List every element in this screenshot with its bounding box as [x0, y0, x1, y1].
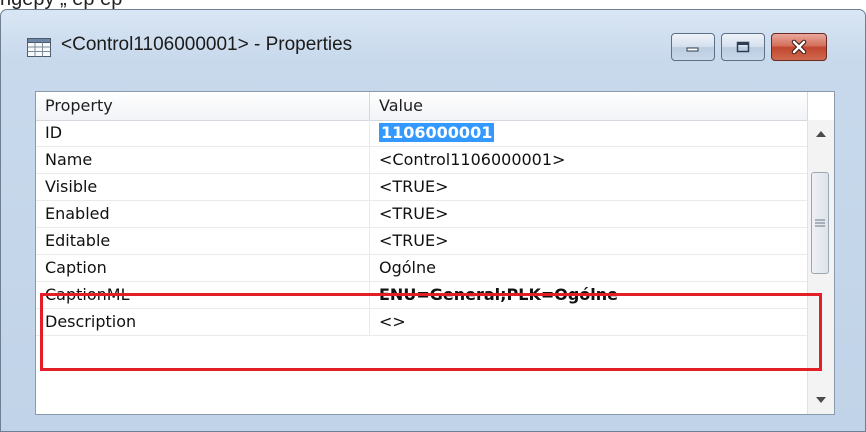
property-name: ID — [36, 120, 370, 146]
property-row-visible[interactable]: Visible <TRUE> — [36, 174, 808, 201]
minimize-button[interactable] — [671, 33, 715, 61]
table-window-icon — [27, 38, 51, 57]
property-name: Name — [36, 147, 370, 173]
property-row-description[interactable]: Description <> — [36, 309, 808, 336]
selected-value-text[interactable]: 1106000001 — [379, 123, 495, 142]
property-name: Visible — [36, 174, 370, 200]
property-value[interactable]: <TRUE> — [370, 228, 808, 254]
maximize-button[interactable] — [721, 33, 765, 61]
window-title: <Control1106000001> - Properties — [61, 34, 353, 55]
properties-grid: Property Value ID 1106000001 Name <Contr… — [35, 91, 835, 415]
column-header-property[interactable]: Property — [36, 92, 370, 120]
property-name: Editable — [36, 228, 370, 254]
property-value[interactable]: 1106000001 — [370, 120, 808, 146]
property-value[interactable]: <Control1106000001> — [370, 147, 808, 173]
arrow-up-icon — [816, 131, 826, 137]
grip-icon — [815, 219, 825, 227]
property-name: CaptionML — [36, 282, 370, 308]
property-value[interactable]: <TRUE> — [370, 201, 808, 227]
property-name: Enabled — [36, 201, 370, 227]
property-row-captionml[interactable]: CaptionML ENU=General;PLK=Ogólne — [36, 282, 808, 309]
property-row-editable[interactable]: Editable <TRUE> — [36, 228, 808, 255]
title-bar[interactable]: <Control1106000001> - Properties — [1, 10, 865, 70]
minimize-icon — [686, 47, 699, 52]
property-value[interactable]: ENU=General;PLK=Ogólne — [370, 282, 808, 308]
property-value[interactable]: <TRUE> — [370, 174, 808, 200]
property-row-id[interactable]: ID 1106000001 — [36, 120, 808, 147]
property-name: Description — [36, 309, 370, 335]
grid-header: Property Value — [36, 92, 808, 121]
vertical-scrollbar[interactable] — [807, 120, 834, 414]
close-button[interactable] — [771, 33, 827, 61]
maximize-icon — [736, 41, 750, 53]
scrollbar-thumb[interactable] — [811, 172, 829, 274]
property-name: Caption — [36, 255, 370, 281]
properties-window: <Control1106000001> - Properties Propert… — [0, 9, 866, 432]
close-icon — [791, 39, 807, 55]
property-row-caption[interactable]: Caption Ogólne — [36, 255, 808, 282]
property-value[interactable]: Ogólne — [370, 255, 808, 281]
property-value[interactable]: <> — [370, 309, 808, 335]
scroll-up-button[interactable] — [808, 120, 834, 148]
scroll-down-button[interactable] — [808, 386, 834, 414]
property-row-name[interactable]: Name <Control1106000001> — [36, 147, 808, 174]
column-header-value[interactable]: Value — [370, 92, 808, 120]
property-row-enabled[interactable]: Enabled <TRUE> — [36, 201, 808, 228]
arrow-down-icon — [816, 397, 826, 403]
